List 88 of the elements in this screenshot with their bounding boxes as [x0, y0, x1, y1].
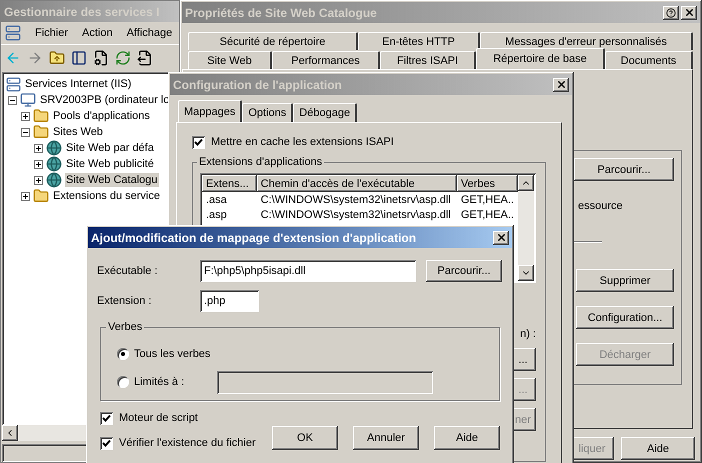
checkbox-label: Mettre en cache les extensions ISAPI — [211, 135, 394, 149]
folder-icon — [33, 124, 49, 140]
tab[interactable]: Répertoire de base — [476, 48, 605, 69]
tree-toggle-icon[interactable] — [71, 50, 87, 66]
export-icon[interactable] — [137, 50, 153, 66]
radio-label: Tous les verbes — [134, 347, 212, 361]
computer-icon — [20, 92, 36, 108]
collapse-icon[interactable] — [21, 128, 30, 136]
tree-item[interactable]: Sites Web — [52, 125, 104, 139]
checkbox[interactable] — [100, 436, 113, 450]
tab[interactable]: Site Web — [188, 51, 272, 69]
checkbox[interactable] — [100, 412, 113, 424]
button[interactable]: Aide — [434, 426, 500, 450]
checkbox[interactable] — [192, 136, 205, 148]
input-field[interactable]: .php — [200, 290, 259, 312]
tab[interactable]: En-têtes HTTP — [358, 32, 480, 50]
table-cell-text: C:\WINDOWS\system32\inetsrv\asp.dll — [260, 208, 452, 222]
radio-label: Limités à : — [134, 375, 186, 389]
expand-icon[interactable] — [34, 176, 43, 184]
radio-button[interactable] — [117, 348, 129, 360]
tab[interactable]: Documents — [605, 51, 693, 69]
button[interactable]: Parcourir... — [574, 158, 674, 181]
checkbox-label: Vérifier l'existence du fichier — [119, 436, 256, 450]
forward-icon[interactable] — [27, 50, 43, 66]
input-field[interactable]: F:\php5\php5isapi.dll — [200, 260, 416, 282]
menu-item[interactable]: Fichier — [35, 26, 68, 40]
folder-up-icon[interactable] — [49, 50, 65, 66]
properties-icon[interactable] — [93, 50, 109, 66]
column-header[interactable]: Verbes — [456, 175, 518, 192]
globe-icon — [46, 172, 62, 188]
tree-item[interactable]: Pools d'applications — [52, 109, 151, 123]
table-cell: .asa — [202, 192, 257, 207]
tab[interactable]: Messages d'erreur personnalisés — [480, 32, 693, 50]
expand-icon[interactable] — [34, 144, 43, 152]
menu-item[interactable]: Affichage — [126, 26, 172, 40]
input-field[interactable] — [217, 370, 433, 394]
label-text: n) : — [520, 327, 536, 341]
group-title: Extensions d'applications — [197, 155, 324, 169]
app-icon — [5, 25, 21, 41]
button[interactable]: Parcourir... — [426, 260, 502, 282]
menu-item[interactable]: Action — [82, 26, 113, 40]
table-cell-text: GET,HEA.. — [460, 208, 515, 222]
tree-item[interactable]: Site Web Catalogu — [65, 173, 159, 187]
tab[interactable]: Sécurité de répertoire — [188, 32, 358, 50]
column-header[interactable]: Chemin d'accès de l'exécutable — [256, 175, 457, 192]
button[interactable]: Annuler — [353, 426, 419, 450]
table-cell: GET,HEA.. — [456, 192, 518, 207]
expand-icon[interactable] — [34, 160, 43, 168]
scroll-left-icon[interactable] — [2, 425, 18, 441]
expand-icon[interactable] — [21, 192, 30, 200]
scroll-down-icon[interactable] — [518, 265, 534, 281]
tab[interactable]: Filtres ISAPI — [380, 51, 476, 69]
close-icon[interactable] — [493, 230, 509, 244]
button[interactable]: OK — [272, 426, 338, 450]
globe-icon — [46, 156, 62, 172]
tab[interactable]: Performances — [272, 51, 380, 69]
tree-item[interactable]: Site Web publicité — [65, 157, 155, 171]
window-title: Ajout/modification de mappage d'extension d'application — [91, 230, 416, 244]
tab[interactable]: Débogage — [293, 103, 358, 122]
button[interactable]: Configuration... — [576, 306, 674, 329]
folder-icon — [33, 188, 49, 204]
window-title: Propriétés de Site Web Catalogue — [185, 6, 377, 20]
button[interactable]: Aide — [621, 437, 695, 460]
help-icon[interactable] — [663, 6, 679, 20]
refresh-icon[interactable] — [115, 50, 131, 66]
tree-item[interactable]: Extensions du service — [52, 189, 161, 203]
field-label: Extension : — [97, 294, 152, 308]
expand-icon[interactable] — [21, 112, 30, 120]
server-icon — [6, 76, 21, 92]
tab[interactable]: Mappages — [178, 100, 242, 122]
column-header[interactable]: Extens... — [202, 175, 257, 192]
window-title: Configuration de l'application — [173, 78, 342, 92]
collapse-icon[interactable] — [8, 96, 17, 104]
radio-button[interactable] — [117, 376, 129, 388]
field-label: Exécutable : — [97, 264, 159, 278]
close-icon[interactable] — [553, 78, 569, 92]
scroll-up-icon[interactable] — [518, 175, 534, 191]
label-text: essource — [578, 199, 623, 213]
button[interactable]: Supprimer — [576, 269, 674, 292]
checkbox-label: Moteur de script — [119, 411, 198, 425]
tree-item[interactable]: Site Web par défa — [65, 141, 155, 155]
globe-icon — [46, 140, 62, 156]
table-cell-text: .asp — [205, 208, 228, 222]
folder-icon — [33, 108, 49, 124]
close-icon[interactable] — [681, 6, 697, 20]
tree-item[interactable]: Services Internet (IIS) — [24, 77, 132, 91]
table-cell: C:\WINDOWS\system32\inetsrv\asp.dll — [256, 192, 457, 207]
tab[interactable]: Options — [242, 103, 294, 122]
